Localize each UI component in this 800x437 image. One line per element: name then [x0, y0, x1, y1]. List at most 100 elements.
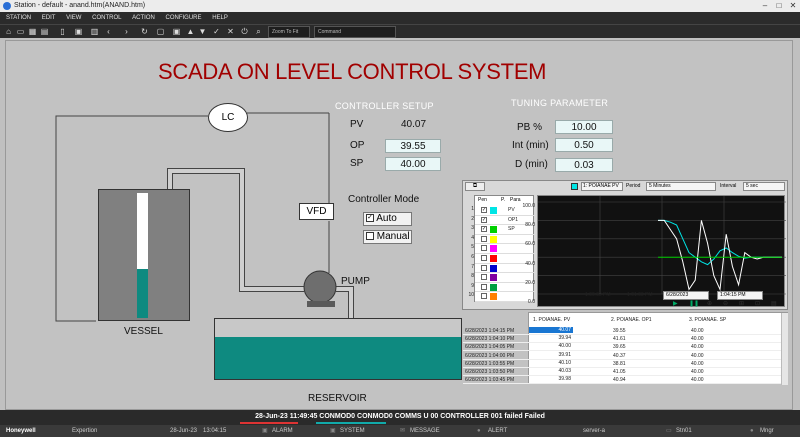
forward-icon[interactable]: ›: [122, 27, 131, 36]
grid-scrollbar[interactable]: [781, 313, 788, 385]
period-select[interactable]: 5 Minutes: [646, 182, 716, 191]
auto-checkbox[interactable]: ✓: [366, 214, 374, 223]
op-value[interactable]: 39.55: [385, 139, 441, 153]
trend-date-field[interactable]: 6/28/2023: [663, 291, 709, 300]
table-row[interactable]: 6/28/2023 1:04:15 PM 40.07 39.55 40.00: [463, 327, 781, 335]
zoom-value: Zoom To Fit: [272, 29, 299, 35]
faceplate-icon[interactable]: ▣: [172, 27, 181, 36]
period-label: Period: [626, 183, 641, 189]
tuning-header: TUNING PARAMETER: [511, 98, 609, 108]
pen-checkbox[interactable]: [481, 274, 487, 281]
alarm-indicator-teal: [316, 422, 386, 424]
lower-icon[interactable]: ▼: [198, 27, 207, 36]
alarm-line[interactable]: 28-Jun-23 11:49:45 CONMOD0 CONMOD0 COMMS…: [0, 413, 800, 420]
level-controller-icon[interactable]: LC: [208, 103, 248, 132]
controller-setup-header: CONTROLLER SETUP: [335, 101, 434, 111]
back-icon[interactable]: ‹: [104, 27, 113, 36]
play-icon[interactable]: ▶: [673, 301, 679, 308]
pv-label: PV: [350, 119, 364, 130]
menu-edit[interactable]: EDIT: [42, 12, 56, 24]
window-icon[interactable]: ▢: [156, 27, 165, 36]
alarm-icon[interactable]: ▣: [74, 27, 83, 36]
pen-checkbox[interactable]: [481, 293, 487, 300]
auto-mode-button[interactable]: ✓ Auto: [363, 212, 412, 226]
vfd-block[interactable]: VFD: [299, 203, 334, 220]
grid-toggle-icon[interactable]: ⊡: [755, 301, 760, 308]
row-pv[interactable]: 39.94: [529, 335, 573, 341]
raise-icon[interactable]: ▲: [186, 27, 195, 36]
pen-checkbox[interactable]: [481, 283, 487, 290]
cancel-icon[interactable]: ✕: [226, 27, 235, 36]
alert-tab[interactable]: ALERT: [488, 425, 507, 437]
menu-configure[interactable]: CONFIGURE: [166, 12, 202, 24]
document-icon[interactable]: ▥: [90, 27, 99, 36]
power-icon[interactable]: ⏻: [240, 27, 249, 36]
zoom-in-icon[interactable]: ⊕: [707, 301, 712, 308]
manual-mode-button[interactable]: Manual: [363, 230, 412, 244]
d-value[interactable]: 0.03: [555, 158, 613, 172]
pause-icon[interactable]: ❚❚: [689, 301, 699, 308]
manual-checkbox[interactable]: [366, 232, 374, 241]
menu-help[interactable]: HELP: [212, 12, 228, 24]
table-row[interactable]: 6/28/2023 1:04:00 PM 39.91 40.37 40.00: [463, 352, 781, 360]
pen-checkbox[interactable]: ✓: [481, 226, 487, 233]
row-pv[interactable]: 39.98: [529, 376, 573, 382]
zoom-out-icon[interactable]: ⊖: [723, 301, 728, 308]
int-label: Int (min): [512, 140, 549, 151]
pen-checkbox[interactable]: [481, 245, 487, 252]
table-row[interactable]: 6/28/2023 1:04:05 PM 40.00 39.65 40.00: [463, 343, 781, 352]
pen-checkbox[interactable]: ✓: [481, 207, 487, 213]
menu-action[interactable]: ACTION: [132, 12, 155, 24]
minimize-icon[interactable]: –: [758, 0, 772, 12]
row-pv[interactable]: 40.07: [529, 327, 573, 333]
home-icon[interactable]: ⌂: [4, 27, 13, 36]
refresh-icon[interactable]: ↻: [140, 27, 149, 36]
sp-value[interactable]: 40.00: [385, 157, 441, 171]
system-tab[interactable]: SYSTEM: [340, 425, 365, 437]
command-input[interactable]: Command: [314, 26, 396, 38]
display-icon[interactable]: ▭: [16, 27, 25, 36]
pen-number: 7: [471, 263, 474, 270]
interval-label: Interval: [720, 183, 737, 189]
close-icon[interactable]: ✕: [786, 0, 800, 12]
menu-view[interactable]: VIEW: [66, 12, 81, 24]
y-tick-label: 20.0: [525, 279, 535, 286]
row-pv[interactable]: 40.10: [529, 360, 573, 366]
pen-select[interactable]: 1: POIANAE PV: [581, 182, 623, 191]
row-op: 39.55: [613, 328, 626, 334]
message-tab[interactable]: MESSAGE: [410, 425, 440, 437]
pan-icon[interactable]: ⊞: [739, 301, 744, 308]
row-pv[interactable]: 40.00: [529, 343, 573, 349]
pen-checkbox[interactable]: [481, 264, 487, 271]
pen-checkbox[interactable]: ✓: [481, 216, 487, 223]
int-value[interactable]: 0.50: [555, 138, 613, 152]
pen-checkbox[interactable]: [481, 235, 487, 242]
row-pv[interactable]: 39.91: [529, 352, 573, 358]
pb-value[interactable]: 10.00: [555, 120, 613, 134]
table-row[interactable]: 6/28/2023 1:03:45 PM 39.98 40.94 40.00: [463, 376, 781, 385]
menu-station[interactable]: STATION: [6, 12, 31, 24]
pen-color-swatch: [490, 255, 497, 262]
print-icon[interactable]: ▤: [40, 27, 49, 36]
alarm-tab[interactable]: ALARM: [272, 425, 293, 437]
trend-time-field[interactable]: 1:04:15 PM: [717, 291, 763, 300]
menu-control[interactable]: CONTROL: [92, 12, 121, 24]
interval-select[interactable]: 5 sec: [743, 182, 785, 191]
row-pv[interactable]: 40.03: [529, 368, 573, 374]
acknowledge-icon[interactable]: ✓: [212, 27, 221, 36]
pump-icon: [303, 270, 337, 304]
export-icon[interactable]: ▤: [771, 301, 777, 308]
maximize-icon[interactable]: □: [772, 0, 786, 12]
grid-icon[interactable]: ▦: [28, 27, 37, 36]
table-row[interactable]: 6/28/2023 1:03:50 PM 40.03 41.05 40.00: [463, 368, 781, 376]
page-icon[interactable]: ▯: [58, 27, 67, 36]
trend-menu-icon[interactable]: ⧉: [465, 182, 485, 191]
zoom-select[interactable]: Zoom To Fit: [268, 26, 310, 38]
pen-checkbox[interactable]: [481, 255, 487, 261]
search-icon[interactable]: ⌕: [254, 27, 263, 36]
table-row[interactable]: 6/28/2023 1:03:55 PM 40.10 38.81 40.00: [463, 360, 781, 368]
lc-label: LC: [221, 112, 235, 123]
alarm-tab-icon: ▣: [262, 428, 268, 434]
table-row[interactable]: 6/28/2023 1:04:10 PM 39.94 41.61 40.00: [463, 335, 781, 344]
pen-label: PV: [508, 207, 515, 213]
